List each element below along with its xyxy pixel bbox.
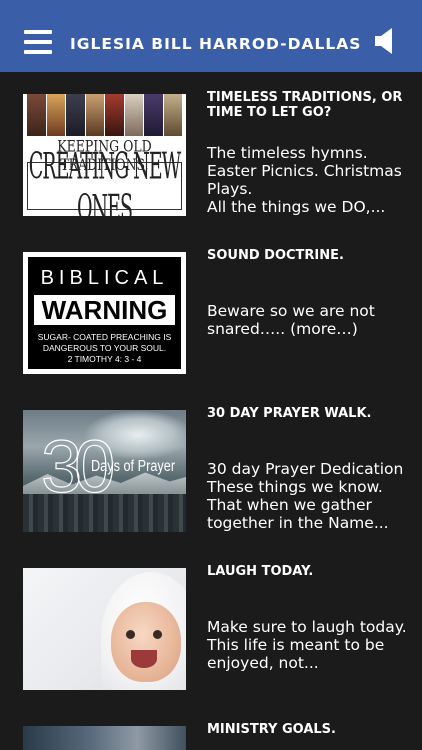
post-thumbnail[interactable]: KEEPING OLD TRADITIONS, CREATING NEW ONE… [23,94,186,216]
hamburger-menu-icon[interactable] [24,30,52,54]
eye-shape [126,630,135,639]
post-excerpt: The timeless hymns. Easter Picnics. Chri… [207,144,402,216]
post-item[interactable]: BIBLICAL WARNING SUGAR- COATED PREACHING… [0,230,422,388]
post-thumbnail[interactable]: 30 Days of Prayer [23,410,186,532]
post-title[interactable]: 30 DAY PRAYER WALK. [207,406,407,421]
post-title[interactable]: TIMELESS TRADITIONS, OR TIME TO LET GO? [207,90,407,120]
baby-face-shape [111,602,181,682]
mouth-shape [131,650,157,668]
app-header: IGLESIA BILL HARROD-DALLAS [0,0,422,72]
post-thumbnail[interactable] [23,726,186,750]
post-excerpt: Make sure to laugh today. This life is m… [207,618,407,672]
eye-shape [153,630,162,639]
post-title[interactable]: LAUGH TODAY. [207,564,407,579]
post-title[interactable]: MINISTRY GOALS. [207,722,407,737]
post-item[interactable]: LAUGH TODAY. Make sure to laugh today. T… [0,546,422,704]
thumb-caption: Days of Prayer [91,458,176,475]
thumb-caption-main: WARNING [34,295,175,325]
post-excerpt: 30 day Prayer Dedication These things we… [207,460,404,532]
post-item[interactable]: KEEPING OLD TRADITIONS, CREATING NEW ONE… [0,72,422,230]
post-excerpt: Beware so we are not snared….. (more…) [207,302,375,338]
thumb-caption-bottom: CREATING NEW ONES [28,146,181,216]
thumb-caption-top: BIBLICAL [40,267,169,289]
post-title[interactable]: SOUND DOCTRINE. [207,248,407,263]
warning-sign: BIBLICAL WARNING SUGAR- COATED PREACHING… [28,257,181,369]
app-title: IGLESIA BILL HARROD-DALLAS [70,35,362,53]
photo-strip [27,94,182,136]
post-thumbnail[interactable]: BIBLICAL WARNING SUGAR- COATED PREACHING… [23,252,186,374]
post-thumbnail[interactable] [23,568,186,690]
thumb-caption-bottom: SUGAR- COATED PREACHING IS DANGEROUS TO … [37,332,172,364]
post-item[interactable]: 30 Days of Prayer 30 DAY PRAYER WALK. 30… [0,388,422,546]
post-item[interactable]: MINISTRY GOALS. [0,704,422,750]
speaker-icon[interactable] [372,26,398,56]
